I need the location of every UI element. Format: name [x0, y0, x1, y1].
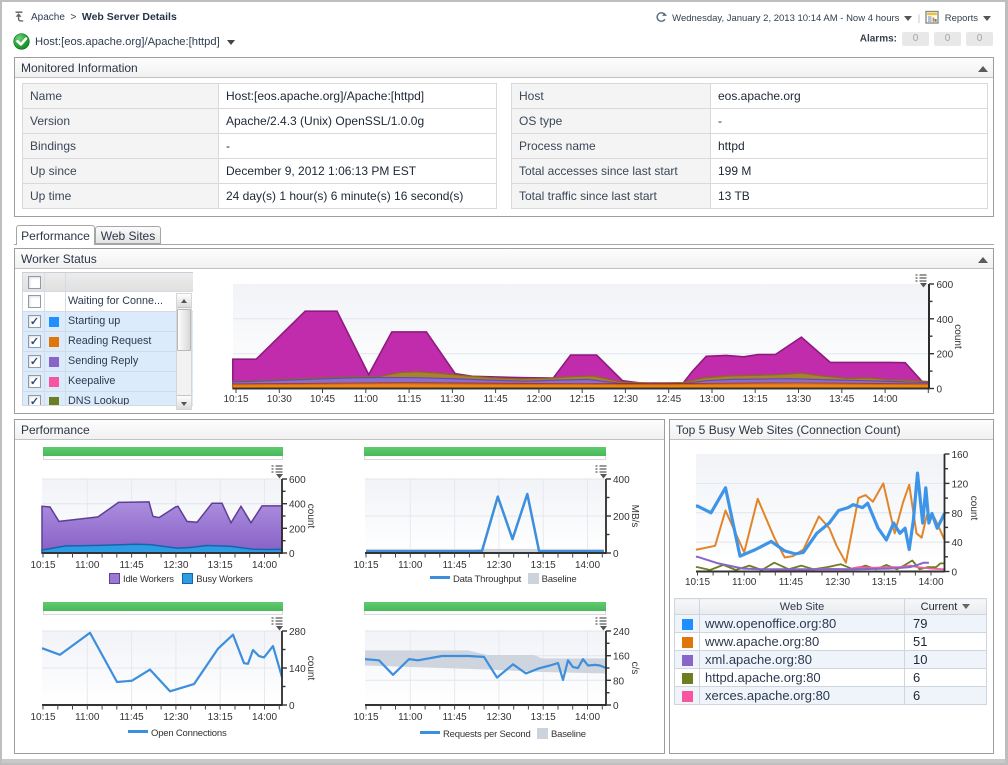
svg-text:12:15: 12:15 — [570, 394, 595, 405]
svg-text:11:00: 11:00 — [75, 712, 100, 723]
svg-text:13:15: 13:15 — [872, 577, 897, 588]
svg-text:14:00: 14:00 — [252, 560, 277, 571]
svg-text:10:15: 10:15 — [30, 560, 55, 571]
svg-text:12:30: 12:30 — [486, 560, 511, 571]
svg-text:13:15: 13:15 — [743, 394, 768, 405]
svg-text:14:00: 14:00 — [918, 577, 943, 588]
svg-text:400: 400 — [937, 315, 954, 326]
svg-text:13:15: 13:15 — [208, 712, 233, 723]
svg-text:13:15: 13:15 — [531, 712, 556, 723]
svg-text:10:30: 10:30 — [267, 394, 292, 405]
svg-text:12:30: 12:30 — [163, 560, 188, 571]
svg-text:400: 400 — [289, 500, 306, 511]
svg-text:11:00: 11:00 — [354, 394, 379, 405]
svg-text:11:00: 11:00 — [398, 712, 423, 723]
svg-text:count: count — [305, 504, 316, 529]
svg-text:140: 140 — [289, 664, 306, 675]
svg-text:10:15: 10:15 — [353, 560, 378, 571]
svg-text:10:15: 10:15 — [223, 394, 248, 405]
svg-text:11:45: 11:45 — [442, 712, 467, 723]
svg-text:14:00: 14:00 — [252, 712, 277, 723]
svg-text:11:45: 11:45 — [119, 712, 144, 723]
svg-text:280: 280 — [289, 627, 306, 638]
svg-text:200: 200 — [613, 512, 630, 523]
svg-text:12:30: 12:30 — [825, 577, 850, 588]
svg-text:240: 240 — [613, 627, 630, 638]
svg-text:80: 80 — [613, 676, 625, 687]
svg-text:12:00: 12:00 — [526, 394, 551, 405]
svg-text:400: 400 — [613, 475, 630, 486]
svg-text:11:45: 11:45 — [483, 394, 508, 405]
svg-text:count: count — [305, 656, 316, 681]
svg-text:0: 0 — [613, 549, 619, 560]
svg-text:13:00: 13:00 — [699, 394, 724, 405]
svg-text:count: count — [968, 496, 979, 521]
svg-text:14:00: 14:00 — [873, 394, 898, 405]
svg-text:600: 600 — [937, 280, 954, 291]
svg-text:160: 160 — [613, 652, 630, 663]
svg-text:11:45: 11:45 — [442, 560, 467, 571]
svg-text:count: count — [952, 324, 963, 349]
svg-text:600: 600 — [289, 475, 306, 486]
svg-text:12:30: 12:30 — [613, 394, 638, 405]
svg-text:12:30: 12:30 — [486, 712, 511, 723]
svg-text:12:45: 12:45 — [656, 394, 681, 405]
svg-text:13:15: 13:15 — [531, 560, 556, 571]
svg-text:11:30: 11:30 — [440, 394, 465, 405]
svg-text:0: 0 — [952, 568, 958, 579]
svg-text:10:15: 10:15 — [30, 712, 55, 723]
svg-text:11:00: 11:00 — [732, 577, 757, 588]
svg-text:MB/s: MB/s — [629, 505, 640, 528]
svg-text:12:30: 12:30 — [163, 712, 188, 723]
svg-text:14:00: 14:00 — [575, 712, 600, 723]
svg-text:0: 0 — [937, 385, 943, 396]
svg-text:11:00: 11:00 — [398, 560, 423, 571]
svg-text:13:45: 13:45 — [829, 394, 854, 405]
svg-text:14:00: 14:00 — [575, 560, 600, 571]
svg-text:11:00: 11:00 — [75, 560, 100, 571]
svg-text:40: 40 — [952, 538, 964, 549]
svg-text:13:15: 13:15 — [208, 560, 233, 571]
svg-text:80: 80 — [952, 509, 964, 520]
svg-text:11:45: 11:45 — [119, 560, 144, 571]
svg-text:0: 0 — [613, 701, 619, 712]
svg-text:10:45: 10:45 — [310, 394, 335, 405]
svg-text:160: 160 — [952, 450, 969, 461]
svg-text:120: 120 — [952, 479, 969, 490]
svg-text:200: 200 — [289, 524, 306, 535]
svg-text:c/s: c/s — [629, 662, 640, 675]
svg-text:13:30: 13:30 — [786, 394, 811, 405]
svg-text:0: 0 — [289, 701, 295, 712]
svg-text:10:15: 10:15 — [685, 577, 710, 588]
svg-text:0: 0 — [289, 549, 295, 560]
svg-text:11:45: 11:45 — [779, 577, 804, 588]
svg-text:11:15: 11:15 — [397, 394, 422, 405]
svg-text:200: 200 — [937, 350, 954, 361]
svg-text:10:15: 10:15 — [353, 712, 378, 723]
